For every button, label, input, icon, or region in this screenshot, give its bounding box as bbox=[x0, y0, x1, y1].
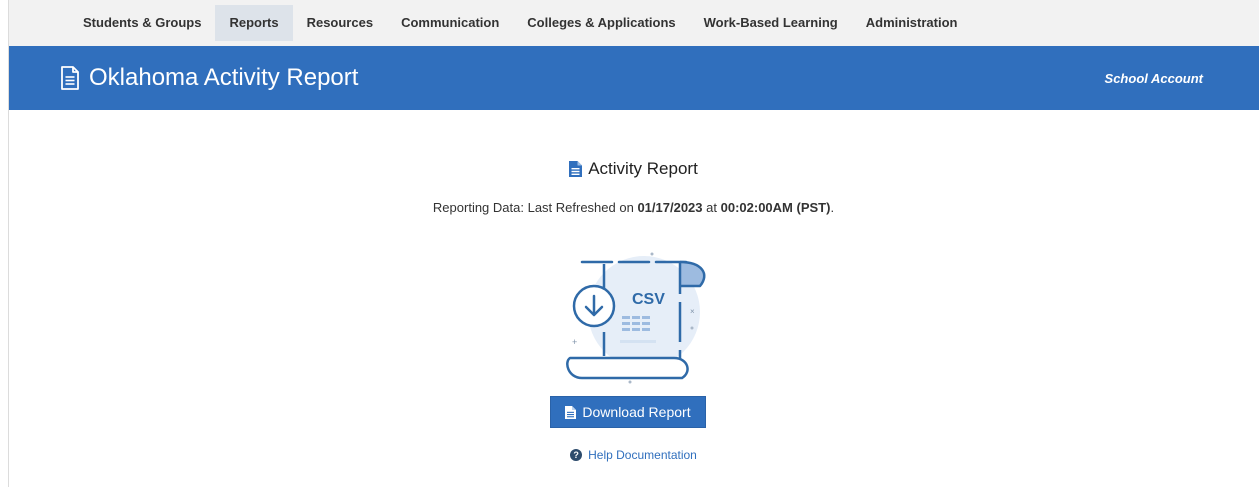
file-text-icon bbox=[569, 161, 583, 177]
file-text-icon bbox=[565, 405, 577, 419]
nav-students-groups[interactable]: Students & Groups bbox=[69, 5, 215, 41]
nav-work-based-learning[interactable]: Work-Based Learning bbox=[690, 5, 852, 41]
refresh-prefix: Reporting Data: Last Refreshed on bbox=[432, 200, 634, 215]
refresh-status: Reporting Data: Last Refreshed on 01/17/… bbox=[8, 200, 1259, 215]
question-circle-icon: ? bbox=[570, 449, 583, 461]
download-report-button[interactable]: Download Report bbox=[550, 396, 706, 428]
report-title: Activity Report bbox=[588, 159, 698, 178]
nav-reports[interactable]: Reports bbox=[215, 5, 293, 41]
svg-text:×: × bbox=[690, 307, 695, 316]
download-label: Download Report bbox=[582, 404, 691, 420]
document-icon bbox=[61, 66, 79, 90]
report-content: Activity Report Reporting Data: Last Ref… bbox=[8, 110, 1259, 487]
page-banner: Oklahoma Activity Report School Account bbox=[8, 46, 1259, 110]
report-heading: Activity Report bbox=[8, 159, 1259, 179]
nav-colleges-applications[interactable]: Colleges & Applications bbox=[513, 5, 689, 41]
nav-resources[interactable]: Resources bbox=[293, 5, 387, 41]
csv-scroll-illustration: × + CSV bbox=[566, 252, 706, 384]
help-documentation-link[interactable]: ? Help Documentation bbox=[8, 448, 1259, 462]
nav-communication[interactable]: Communication bbox=[387, 5, 513, 41]
refresh-mid: at bbox=[706, 200, 717, 215]
refresh-date: 01/17/2023 bbox=[637, 200, 703, 215]
account-label: School Account bbox=[1104, 70, 1203, 86]
refresh-time: 00:02:00AM (PST) bbox=[720, 200, 831, 215]
page-title: Oklahoma Activity Report bbox=[89, 64, 359, 91]
top-navigation: Students & Groups Reports Resources Comm… bbox=[8, 0, 1259, 46]
page-frame: Students & Groups Reports Resources Comm… bbox=[8, 0, 1259, 487]
csv-label: CSV bbox=[632, 291, 665, 308]
nav-administration[interactable]: Administration bbox=[852, 5, 972, 41]
help-label: Help Documentation bbox=[588, 448, 697, 462]
refresh-suffix: . bbox=[830, 200, 835, 215]
svg-text:+: + bbox=[572, 337, 577, 347]
